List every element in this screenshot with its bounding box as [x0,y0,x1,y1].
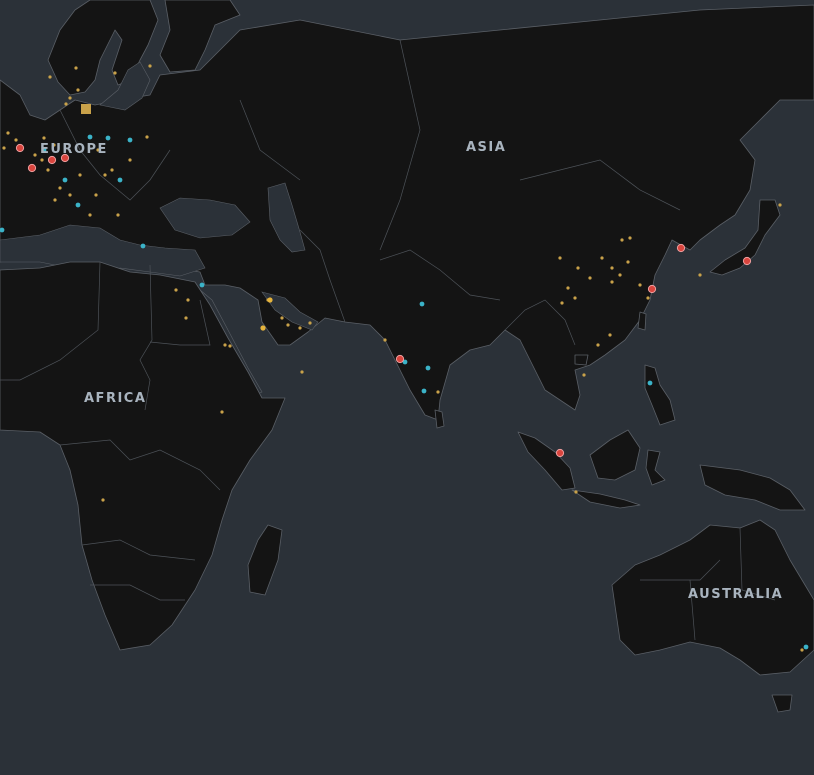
marker-large[interactable] [27,163,37,173]
marker-small[interactable] [573,296,577,300]
marker-small[interactable] [14,138,18,142]
marker-square[interactable] [81,104,91,114]
marker-small[interactable] [582,373,586,377]
marker-small[interactable] [186,298,190,302]
marker-small[interactable] [48,75,52,79]
marker-small[interactable] [184,316,188,320]
marker-small[interactable] [68,96,72,100]
marker-small[interactable] [174,288,178,292]
marker-small[interactable] [308,321,312,325]
marker-small[interactable] [46,168,50,172]
marker-small[interactable] [128,158,132,162]
marker-small[interactable] [148,64,152,68]
marker-small[interactable] [560,301,564,305]
marker-small[interactable] [600,256,604,260]
marker-small[interactable] [260,325,266,331]
marker-medium[interactable] [421,388,427,394]
marker-large[interactable] [676,243,686,253]
marker-small[interactable] [566,286,570,290]
region-label-australia: AUSTRALIA [688,587,784,602]
marker-small[interactable] [223,343,227,347]
marker-small[interactable] [646,296,650,300]
marker-small[interactable] [383,338,387,342]
marker-large[interactable] [15,143,25,153]
marker-small[interactable] [33,153,37,157]
marker-medium[interactable] [803,644,809,650]
region-label-africa: AFRICA [84,391,147,406]
marker-small[interactable] [638,283,642,287]
marker-medium[interactable] [419,301,425,307]
marker-medium[interactable] [140,243,146,249]
marker-small[interactable] [778,203,782,207]
marker-small[interactable] [298,326,302,330]
marker-small[interactable] [220,410,224,414]
marker-small[interactable] [228,344,232,348]
marker-small[interactable] [596,343,600,347]
marker-small[interactable] [88,213,92,217]
marker-small[interactable] [101,498,105,502]
marker-large[interactable] [555,448,565,458]
marker-small[interactable] [113,71,117,75]
marker-large[interactable] [647,284,657,294]
marker-large[interactable] [742,256,752,266]
marker-medium[interactable] [87,134,93,140]
marker-medium[interactable] [199,282,205,288]
marker-small[interactable] [6,131,10,135]
marker-small[interactable] [608,333,612,337]
marker-small[interactable] [76,88,80,92]
marker-small[interactable] [267,297,273,303]
marker-small[interactable] [800,648,804,652]
marker-small[interactable] [94,193,98,197]
hainan [574,354,589,366]
marker-medium[interactable] [647,380,653,386]
marker-small[interactable] [110,168,114,172]
marker-small[interactable] [574,490,578,494]
region-label-asia: ASIA [466,140,507,155]
marker-large[interactable] [47,155,57,165]
marker-small[interactable] [618,273,622,277]
marker-small[interactable] [698,273,702,277]
marker-small[interactable] [286,323,290,327]
marker-small[interactable] [42,136,46,140]
marker-small[interactable] [58,186,62,190]
marker-small[interactable] [40,158,44,162]
marker-medium[interactable] [105,135,111,141]
marker-medium[interactable] [117,177,123,183]
marker-medium[interactable] [62,177,68,183]
marker-small[interactable] [53,198,57,202]
marker-small[interactable] [78,173,82,177]
marker-medium[interactable] [127,137,133,143]
marker-medium[interactable] [425,365,431,371]
marker-small[interactable] [436,390,440,394]
region-label-europe: EUROPE [40,142,108,157]
marker-small[interactable] [626,260,630,264]
marker-small[interactable] [610,280,614,284]
marker-small[interactable] [610,266,614,270]
marker-small[interactable] [558,256,562,260]
marker-large[interactable] [395,354,405,364]
marker-medium[interactable] [75,202,81,208]
marker-small[interactable] [576,266,580,270]
marker-small[interactable] [620,238,624,242]
marker-small[interactable] [628,236,632,240]
marker-small[interactable] [103,173,107,177]
marker-small[interactable] [280,316,284,320]
marker-small[interactable] [64,102,68,106]
marker-small[interactable] [2,146,6,150]
world-map[interactable] [0,0,814,775]
marker-small[interactable] [588,276,592,280]
marker-small[interactable] [145,135,149,139]
marker-small[interactable] [116,213,120,217]
marker-small[interactable] [68,193,72,197]
marker-small[interactable] [300,370,304,374]
marker-small[interactable] [74,66,78,70]
